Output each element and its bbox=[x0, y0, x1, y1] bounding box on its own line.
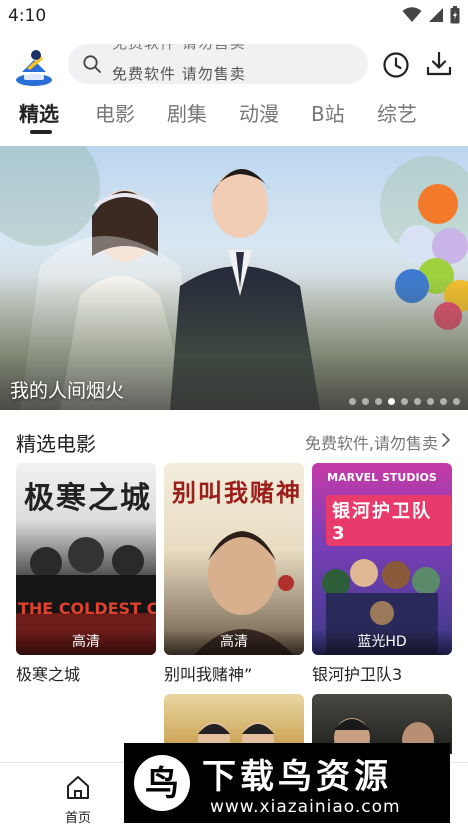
pagination-dot[interactable] bbox=[375, 398, 382, 405]
status-icons bbox=[402, 6, 460, 24]
featured-banner[interactable]: 我的人间烟火 bbox=[0, 146, 468, 410]
pagination-dot[interactable] bbox=[453, 398, 460, 405]
movie-poster[interactable]: 别叫我赌神 高清 bbox=[164, 463, 304, 655]
pagination-dot[interactable] bbox=[362, 398, 369, 405]
watermark-logo-char: 鸟 bbox=[145, 764, 179, 804]
section-title: 精选电影 bbox=[16, 432, 96, 456]
movie-card[interactable]: MARVEL STUDIOS 银河护卫队3 蓝光HD 银河护卫队3 bbox=[312, 463, 452, 685]
bird-logo-icon: 鸟 bbox=[134, 755, 190, 811]
battery-icon bbox=[450, 6, 460, 24]
search-hint-previous: 免费软件 请勿售卖 bbox=[112, 44, 246, 53]
pagination-dot[interactable] bbox=[427, 398, 434, 405]
search-hint: 免费软件 请勿售卖 bbox=[112, 65, 246, 83]
signal-icon bbox=[429, 8, 443, 22]
pagination-dot[interactable] bbox=[440, 398, 447, 405]
poster-title-art: 极寒之城 bbox=[24, 481, 152, 516]
quality-badge: 高清 bbox=[164, 629, 304, 655]
poster-art bbox=[322, 559, 440, 655]
watermark-overlay: 鸟 下载鸟资源 www.xiazainiao.com bbox=[124, 743, 450, 823]
nav-home[interactable]: 首页 bbox=[50, 773, 106, 829]
status-bar: 4:10 bbox=[0, 0, 468, 34]
poster-subtitle: THE COLDEST CI bbox=[18, 599, 156, 618]
tab-indicator bbox=[30, 130, 52, 134]
category-tabs: 精选 电影 剧集 动漫 B站 综艺 bbox=[0, 96, 468, 136]
search-icon bbox=[83, 55, 101, 73]
pagination-dot[interactable] bbox=[388, 398, 395, 405]
watermark-title: 下载鸟资源 bbox=[202, 757, 392, 797]
clock-icon[interactable] bbox=[382, 51, 410, 79]
quality-badge: 高清 bbox=[16, 629, 156, 655]
app-logo[interactable] bbox=[14, 46, 54, 86]
tab-variety[interactable]: 综艺 bbox=[377, 98, 417, 127]
movie-card[interactable]: 极寒之城 THE COLDEST CI 高清 极寒之城 bbox=[16, 463, 156, 685]
quality-badge: 蓝光HD bbox=[312, 629, 452, 655]
poster-subtitle: MARVEL STUDIOS bbox=[327, 471, 437, 484]
nav-home-label: 首页 bbox=[64, 811, 91, 826]
pagination-dot[interactable] bbox=[414, 398, 421, 405]
poster-title-art: 别叫我赌神 bbox=[172, 479, 302, 507]
home-icon bbox=[67, 776, 89, 799]
movie-title[interactable]: 银河护卫队3 bbox=[312, 661, 452, 685]
tab-series[interactable]: 剧集 bbox=[167, 98, 207, 127]
banner-pagination bbox=[349, 398, 460, 405]
movie-title[interactable]: 极寒之城 bbox=[16, 661, 156, 685]
movie-title[interactable]: 别叫我赌神” bbox=[164, 661, 304, 685]
search-hint-carousel: 免费软件 请勿售卖 免费软件 请勿售卖 bbox=[112, 44, 352, 84]
tab-featured[interactable]: 精选 bbox=[19, 98, 59, 127]
pagination-dot[interactable] bbox=[349, 398, 356, 405]
tab-movies[interactable]: 电影 bbox=[95, 98, 135, 127]
watermark-url: www.xiazainiao.com bbox=[210, 797, 401, 817]
pagination-dot[interactable] bbox=[401, 398, 408, 405]
search-input[interactable]: 免费软件 请勿售卖 免费软件 请勿售卖 bbox=[68, 44, 368, 84]
movie-card[interactable]: 别叫我赌神 高清 别叫我赌神” bbox=[164, 463, 304, 685]
movie-poster[interactable]: 极寒之城 THE COLDEST CI 高清 bbox=[16, 463, 156, 655]
poster-title-art: 银河护卫队3 bbox=[326, 495, 452, 546]
tab-bilibili[interactable]: B站 bbox=[311, 98, 345, 127]
wifi-icon bbox=[402, 7, 422, 22]
banner-title: 我的人间烟火 bbox=[10, 380, 125, 402]
section-more-link[interactable]: 免费软件,请勿售卖 bbox=[305, 430, 438, 454]
movie-poster[interactable]: MARVEL STUDIOS 银河护卫队3 蓝光HD bbox=[312, 463, 452, 655]
tab-anime[interactable]: 动漫 bbox=[239, 98, 279, 127]
chevron-right-icon[interactable] bbox=[440, 432, 452, 448]
download-icon[interactable] bbox=[425, 50, 453, 78]
section-header: 精选电影 免费软件,请勿售卖 bbox=[0, 428, 468, 456]
app-header: 免费软件 请勿售卖 免费软件 请勿售卖 bbox=[0, 40, 468, 90]
status-time: 4:10 bbox=[8, 6, 47, 26]
